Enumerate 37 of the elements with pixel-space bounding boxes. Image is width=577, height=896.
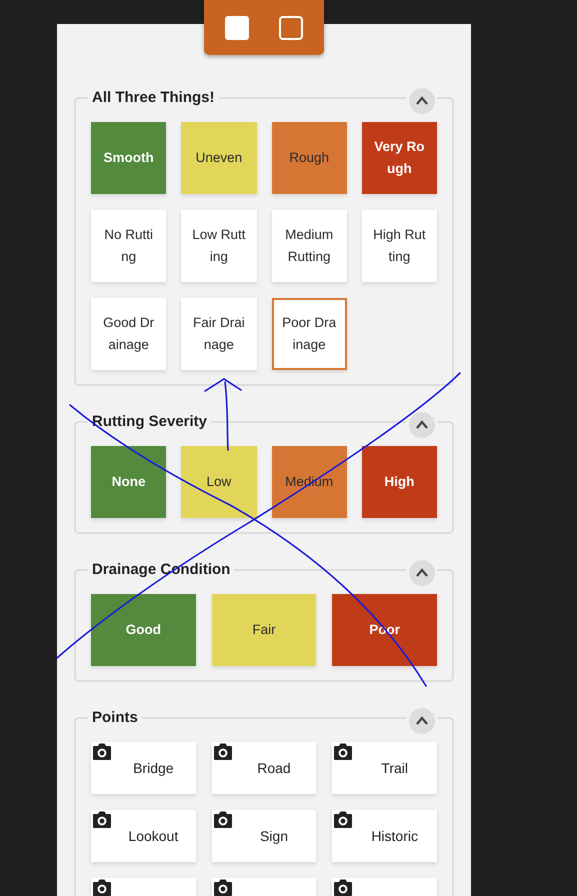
option-button[interactable]: Medium Rutting bbox=[272, 210, 347, 282]
option-button[interactable]: Uneven bbox=[181, 122, 256, 194]
option-button[interactable]: Fair bbox=[212, 594, 316, 666]
camera-icon bbox=[333, 879, 354, 896]
camera-icon bbox=[212, 879, 233, 896]
camera-icon bbox=[212, 811, 233, 829]
section-title: Rutting Severity bbox=[88, 412, 212, 432]
point-button[interactable]: Historic bbox=[332, 810, 437, 862]
option-button[interactable]: Poor Drainage bbox=[272, 298, 347, 370]
camera-icon bbox=[92, 879, 112, 896]
point-button[interactable]: Trail bbox=[332, 742, 437, 794]
camera-icon bbox=[333, 743, 354, 761]
option-button[interactable]: No Rutting bbox=[91, 210, 166, 282]
option-button[interactable]: Good Drainage bbox=[91, 298, 166, 370]
camera-icon bbox=[333, 811, 354, 829]
point-button[interactable]: Sign bbox=[212, 810, 316, 862]
section-title: All Three Things! bbox=[88, 88, 219, 108]
point-button[interactable]: Road bbox=[212, 742, 316, 794]
option-button[interactable]: Low bbox=[181, 446, 256, 518]
outline-square-icon bbox=[278, 14, 304, 40]
option-button[interactable]: High bbox=[362, 446, 437, 518]
filled-square-icon bbox=[224, 14, 250, 40]
point-button[interactable]: Bridge bbox=[91, 742, 196, 794]
option-button[interactable]: High Rutting bbox=[362, 210, 437, 282]
option-button[interactable]: Low Rutting bbox=[181, 210, 256, 282]
option-button[interactable]: Good bbox=[91, 594, 196, 666]
option-button[interactable]: Smooth bbox=[91, 122, 166, 194]
camera-icon bbox=[212, 743, 233, 761]
option-button[interactable]: Rough bbox=[272, 122, 347, 194]
option-button[interactable]: None bbox=[91, 446, 166, 518]
camera-icon bbox=[92, 811, 112, 829]
outline-square-button[interactable] bbox=[278, 14, 304, 40]
camera-icon bbox=[92, 743, 112, 761]
option-button[interactable]: Very Rough bbox=[362, 122, 437, 194]
point-button[interactable]: Lookout bbox=[91, 810, 196, 862]
filled-square-button[interactable] bbox=[224, 14, 250, 40]
option-button[interactable]: Fair Drainage bbox=[181, 298, 256, 370]
